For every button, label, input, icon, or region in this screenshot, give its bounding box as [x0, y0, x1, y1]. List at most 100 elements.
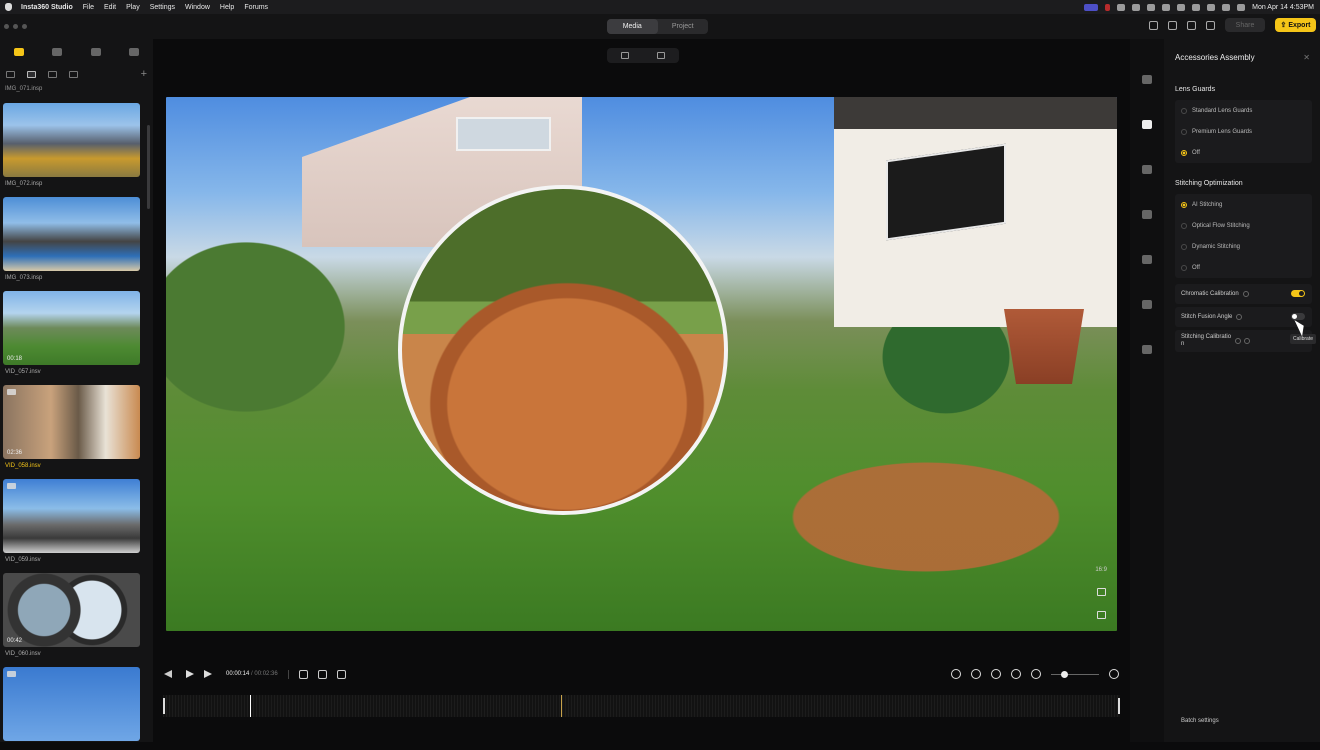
option-stitching-off[interactable]: Off	[1175, 257, 1312, 278]
next-icon[interactable]	[204, 670, 212, 678]
list-view-icon[interactable]	[69, 70, 78, 78]
option-ai-stitching[interactable]: AI Stitching	[1175, 194, 1312, 215]
timeline-end-marker[interactable]	[1118, 698, 1120, 714]
library-scrollbar[interactable]	[147, 125, 150, 209]
close-window-icon[interactable]	[4, 24, 9, 29]
large-thumbnail-view-icon[interactable]	[27, 70, 36, 78]
local-media-icon[interactable]	[14, 48, 25, 56]
wifi-icon[interactable]	[1192, 3, 1201, 11]
magnifier-lens[interactable]	[398, 185, 728, 515]
menu-edit[interactable]: Edit	[104, 4, 116, 11]
apple-icon[interactable]	[5, 3, 12, 11]
option-optical-flow-stitching[interactable]: Optical Flow Stitching	[1175, 215, 1312, 236]
screen-record-icon[interactable]	[1084, 3, 1099, 11]
previous-icon[interactable]	[164, 670, 172, 678]
menu-app-name[interactable]: Insta360 Studio	[21, 4, 73, 11]
grid-view-icon[interactable]	[48, 70, 57, 78]
radio-icon[interactable]	[1181, 264, 1187, 271]
sort-icon[interactable]	[6, 70, 15, 78]
tab-media[interactable]: Media	[607, 19, 658, 34]
menu-play[interactable]: Play	[126, 4, 140, 11]
option-standard-lens-guards[interactable]: Standard Lens Guards	[1175, 100, 1312, 121]
zoom-window-icon[interactable]	[22, 24, 27, 29]
playhead[interactable]	[250, 695, 251, 717]
reframe-icon[interactable]	[1142, 165, 1152, 174]
picture-in-picture-icon[interactable]	[1097, 588, 1106, 596]
list-item[interactable]	[3, 667, 146, 741]
thumbnail-image[interactable]: 00:42	[3, 573, 140, 647]
thumbnail-image[interactable]	[3, 667, 140, 741]
menu-forums[interactable]: Forums	[244, 4, 268, 11]
menu-help[interactable]: Help	[220, 4, 234, 11]
aspect-ratio-label[interactable]: 16:9	[1095, 567, 1107, 573]
record-status-icon[interactable]	[1105, 3, 1111, 11]
clip-icon[interactable]	[1142, 75, 1152, 84]
menu-clock[interactable]: Mon Apr 14 4:53PM	[1252, 4, 1314, 11]
edit-icon[interactable]	[1168, 20, 1177, 30]
radio-icon[interactable]	[1181, 243, 1187, 250]
display-icon[interactable]	[1162, 3, 1171, 11]
speed-ramp-icon[interactable]	[1011, 669, 1021, 679]
menu-file[interactable]: File	[83, 4, 94, 11]
layout-icon[interactable]	[1149, 20, 1158, 30]
folder-icon[interactable]	[52, 48, 63, 56]
ai-edit-icon[interactable]	[991, 669, 1001, 679]
list-item[interactable]: IMG_072.insp	[3, 103, 146, 187]
radio-selected-icon[interactable]	[1181, 149, 1187, 156]
thumbnail-image[interactable]	[3, 197, 140, 271]
thumbnail-image[interactable]: 00:18	[3, 291, 140, 365]
timeline-track[interactable]	[163, 695, 1120, 717]
option-dynamic-stitching[interactable]: Dynamic Stitching	[1175, 236, 1312, 257]
thumbnail-image[interactable]	[3, 479, 140, 553]
play-icon[interactable]	[186, 670, 194, 678]
fullscreen-icon[interactable]	[1097, 611, 1106, 619]
timeline-zoom-slider[interactable]	[1051, 670, 1099, 678]
cloud-icon[interactable]	[1117, 3, 1126, 11]
control-center-icon[interactable]	[1237, 3, 1246, 11]
list-item[interactable]: IMG_073.insp	[3, 197, 146, 281]
keyboard-icon[interactable]	[1177, 3, 1186, 11]
zoom-in-icon[interactable]	[1109, 669, 1119, 679]
add-media-icon[interactable]: +	[141, 68, 147, 80]
accessories-puzzle-icon[interactable]	[1142, 120, 1152, 129]
download-icon[interactable]	[1142, 255, 1152, 264]
menu-window[interactable]: Window	[185, 4, 210, 11]
info-icon[interactable]	[1142, 345, 1152, 354]
volume-icon[interactable]	[336, 669, 346, 679]
video-viewer[interactable]: 16:9	[166, 97, 1117, 631]
spotlight-search-icon[interactable]	[1222, 3, 1231, 11]
zoom-out-icon[interactable]	[1031, 669, 1041, 679]
list-item[interactable]: 00:18 VID_057.insv	[3, 291, 146, 375]
minimize-window-icon[interactable]	[13, 24, 18, 29]
option-lens-guards-off[interactable]: Off	[1175, 142, 1312, 163]
radio-selected-icon[interactable]	[1181, 201, 1187, 208]
info-icon[interactable]	[1242, 291, 1249, 297]
timeline-start-marker[interactable]	[163, 698, 165, 714]
tab-project[interactable]: Project	[658, 19, 709, 34]
thumbnail-image[interactable]	[3, 103, 140, 177]
timeline-keyframe-marker[interactable]	[561, 695, 562, 717]
chromatic-calibration-toggle[interactable]	[1291, 290, 1305, 297]
refresh-icon[interactable]	[1147, 3, 1156, 11]
radio-icon[interactable]	[1181, 222, 1187, 229]
list-item-selected[interactable]: 02:36 VID_058.insv	[3, 385, 146, 469]
trim-end-icon[interactable]	[317, 669, 327, 679]
thumbnail-list[interactable]: IMG_071.insp IMG_072.insp IMG_073.insp 0…	[0, 85, 146, 750]
info-icon[interactable]	[1235, 338, 1242, 344]
edit-frame-icon[interactable]	[621, 52, 629, 59]
template-icon[interactable]	[1142, 300, 1152, 309]
battery-icon[interactable]	[1207, 3, 1216, 11]
option-premium-lens-guards[interactable]: Premium Lens Guards	[1175, 121, 1312, 142]
trim-start-icon[interactable]	[298, 669, 308, 679]
import-folder-icon[interactable]	[128, 48, 139, 56]
batch-settings-button[interactable]: Batch settings	[1181, 718, 1219, 724]
thumbnail-image[interactable]: 02:36	[3, 385, 140, 459]
sync-icon[interactable]	[1132, 3, 1141, 11]
reset-icon[interactable]	[1244, 338, 1251, 344]
preview-eye-icon[interactable]	[657, 52, 665, 59]
list-item[interactable]: 00:42 VID_060.insv	[3, 573, 146, 657]
info-icon[interactable]	[1236, 314, 1243, 320]
radio-icon[interactable]	[1181, 107, 1187, 114]
zoom-slider-handle[interactable]	[1061, 670, 1068, 678]
adjust-icon[interactable]	[1142, 210, 1152, 219]
